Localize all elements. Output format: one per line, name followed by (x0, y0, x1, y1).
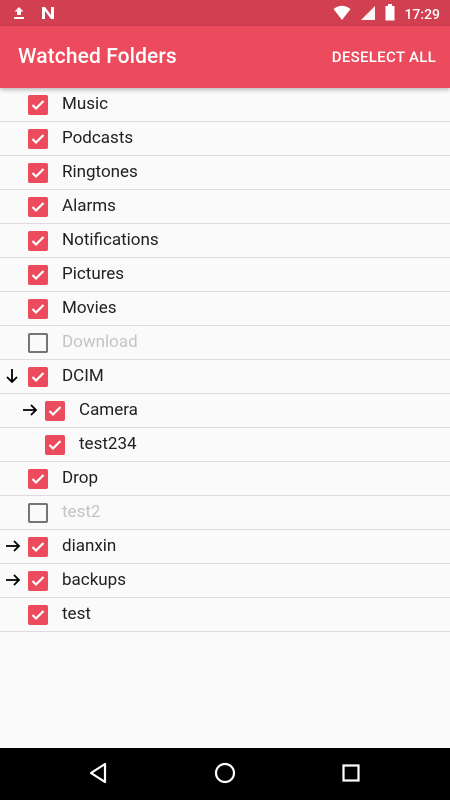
checkmark-icon (31, 168, 45, 179)
folder-name: Alarms (62, 196, 116, 216)
page-title: Watched Folders (18, 45, 177, 69)
checkmark-icon (31, 610, 45, 621)
folder-row[interactable]: backups (0, 564, 450, 598)
battery-icon (385, 4, 395, 25)
checkbox-checked[interactable] (45, 435, 65, 455)
folder-name: Music (62, 94, 109, 114)
home-icon[interactable] (214, 762, 236, 788)
recents-icon[interactable] (342, 764, 360, 786)
status-time: 17:29 (404, 6, 440, 23)
folder-row[interactable]: Movies (0, 292, 450, 326)
checkmark-icon (31, 474, 45, 485)
checkmark-icon (48, 440, 62, 451)
folder-name: Download (62, 332, 138, 352)
folder-name: test234 (79, 434, 137, 454)
n-icon (40, 5, 56, 24)
arrow-right-icon[interactable] (5, 572, 21, 591)
checkmark-icon (31, 542, 45, 553)
deselect-all-button[interactable]: DESELECT ALL (332, 48, 436, 66)
folder-name: Camera (79, 400, 138, 420)
folder-row[interactable]: Camera (0, 394, 450, 428)
arrow-right-icon[interactable] (22, 402, 38, 421)
upload-icon (12, 5, 26, 24)
checkbox-checked[interactable] (28, 367, 48, 387)
checkbox-unchecked[interactable] (28, 333, 48, 353)
folder-row[interactable]: Notifications (0, 224, 450, 258)
folder-row[interactable]: Pictures (0, 258, 450, 292)
folder-name: Ringtones (62, 162, 138, 182)
folder-row[interactable]: Download (0, 326, 450, 360)
arrow-right-icon[interactable] (5, 538, 21, 557)
checkmark-icon (31, 134, 45, 145)
checkmark-icon (31, 270, 45, 281)
signal-icon (360, 5, 376, 25)
checkmark-icon (31, 202, 45, 213)
folder-row[interactable]: test (0, 598, 450, 632)
folder-row[interactable]: Ringtones (0, 156, 450, 190)
checkbox-checked[interactable] (28, 605, 48, 625)
checkmark-icon (31, 304, 45, 315)
folder-row[interactable]: dianxin (0, 530, 450, 564)
folder-name: Podcasts (62, 128, 134, 148)
folder-row[interactable]: DCIM (0, 360, 450, 394)
wifi-icon (333, 5, 351, 25)
folder-name: test (62, 604, 91, 624)
back-icon[interactable] (88, 762, 108, 788)
status-bar: 17:29 (0, 0, 450, 26)
checkmark-icon (31, 372, 45, 383)
checkbox-checked[interactable] (28, 231, 48, 251)
folder-row[interactable]: Alarms (0, 190, 450, 224)
folder-name: backups (62, 570, 126, 590)
folder-name: Drop (62, 468, 98, 488)
folder-row[interactable]: test2 (0, 496, 450, 530)
checkbox-checked[interactable] (28, 95, 48, 115)
folder-row[interactable]: test234 (0, 428, 450, 462)
checkbox-checked[interactable] (45, 401, 65, 421)
checkmark-icon (31, 100, 45, 111)
arrow-down-icon[interactable] (5, 368, 19, 388)
checkbox-checked[interactable] (28, 299, 48, 319)
checkbox-unchecked[interactable] (28, 503, 48, 523)
checkbox-checked[interactable] (28, 163, 48, 183)
checkbox-checked[interactable] (28, 571, 48, 591)
checkbox-checked[interactable] (28, 537, 48, 557)
checkbox-checked[interactable] (28, 197, 48, 217)
checkmark-icon (31, 576, 45, 587)
folder-row[interactable]: Music (0, 88, 450, 122)
folder-name: Pictures (62, 264, 125, 284)
folder-name: Movies (62, 298, 117, 318)
app-bar: Watched Folders DESELECT ALL (0, 26, 450, 88)
folder-list: Music Podcasts Ringtones Alarms Notification… (0, 88, 450, 632)
checkbox-checked[interactable] (28, 265, 48, 285)
folder-name: DCIM (62, 366, 104, 386)
folder-name: test2 (62, 502, 101, 522)
checkmark-icon (31, 236, 45, 247)
checkmark-icon (48, 406, 62, 417)
folder-name: dianxin (62, 536, 117, 556)
folder-row[interactable]: Drop (0, 462, 450, 496)
checkbox-checked[interactable] (28, 469, 48, 489)
checkbox-checked[interactable] (28, 129, 48, 149)
folder-name: Notifications (62, 230, 159, 250)
navigation-bar (0, 748, 450, 800)
folder-row[interactable]: Podcasts (0, 122, 450, 156)
